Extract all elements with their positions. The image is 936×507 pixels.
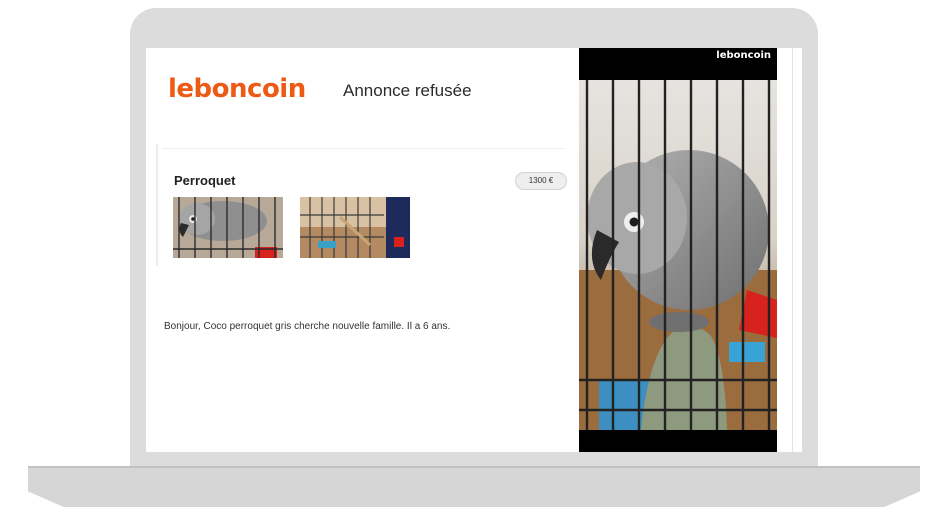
email-screen: leboncoin Annonce refusée Perroquet 1300…: [146, 48, 802, 452]
parrot-thumbnail[interactable]: [173, 197, 283, 258]
photo-panel: leboncoin: [579, 48, 777, 452]
parrot-photo: [579, 80, 777, 430]
photo-brand-watermark: leboncoin: [716, 50, 771, 61]
page-title: Annonce refusée: [343, 81, 472, 100]
price-badge: 1300 €: [515, 172, 567, 190]
listing-description: Bonjour, Coco perroquet gris cherche nou…: [164, 321, 451, 332]
laptop-base: [28, 466, 920, 507]
leboncoin-logo: leboncoin: [168, 74, 306, 104]
laptop-hinge: [28, 466, 920, 468]
listing-title[interactable]: Perroquet: [174, 173, 235, 188]
cage-thumbnail[interactable]: [300, 197, 410, 258]
scrollbar[interactable]: [792, 48, 793, 452]
